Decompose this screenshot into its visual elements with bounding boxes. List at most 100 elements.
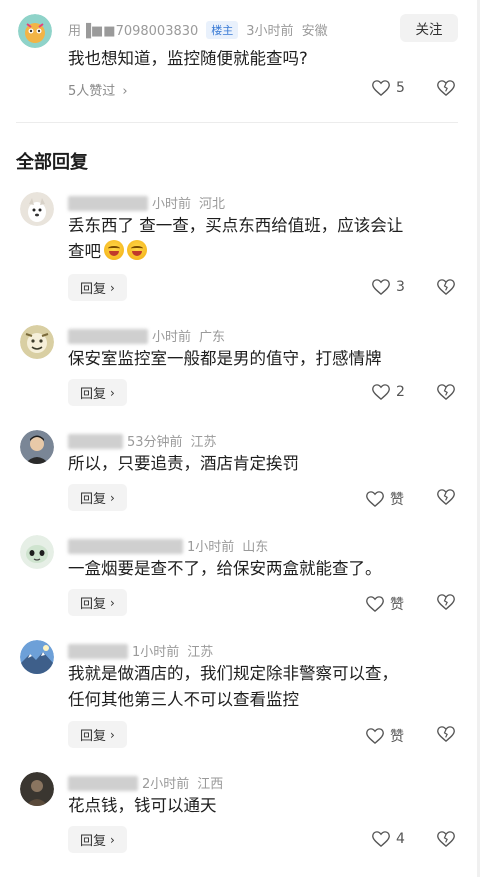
comment-item: 53分钟前 江苏 所以，只要追责，酒店肯定挨罚 回复 › 赞 [0,423,480,523]
like-label: 赞 [390,597,404,613]
reply-button[interactable]: 回复 › [68,274,127,301]
comment-time: 小时前 [152,197,192,212]
op-like-button[interactable]: 5 [372,80,405,96]
comment-location: 河北 [199,197,226,212]
comment-text: 花点钱，钱可以通天 [68,796,217,815]
comment-time: 小时前 [152,330,192,345]
commenter-avatar[interactable] [20,430,54,464]
comment-time: 1小时前 [187,540,235,555]
comment-text: 我就是做酒店的，我们规定除非警察可以查， 任何其他第三人不可以查看监控 [68,661,398,713]
comment-location: 广东 [199,330,226,345]
reply-button[interactable]: 回复 › [68,589,127,616]
reply-button[interactable]: 回复 › [68,379,127,406]
reply-button[interactable]: 回复 › [68,826,127,853]
comment-item: 2小时前 江西 花点钱，钱可以通天 回复 › 4 [0,765,480,865]
laughing-emoji-icon [104,240,124,260]
comment-location: 江西 [197,777,224,792]
op-time: 3小时前 [246,24,294,39]
like-button[interactable]: 赞 [366,726,404,746]
comment-text: 所以，只要追责，酒店肯定挨罚 [68,454,299,473]
chevron-right-icon: › [110,280,115,295]
broken-heart-icon[interactable] [437,726,455,742]
broken-heart-icon[interactable] [437,489,455,505]
comment-location: 江苏 [190,435,217,450]
comment-text: 保安室监控室一般都是男的值守，打感情牌 [68,349,382,368]
like-count: 4 [396,831,405,847]
comment-location: 山东 [242,540,269,555]
comment-meta: 1小时前 山东 [68,536,276,555]
reply-button[interactable]: 回复 › [68,484,127,511]
broken-heart-icon[interactable] [437,80,455,96]
like-label: 赞 [390,729,404,745]
comment-item: 1小时前 山东 一盒烟要是查不了，给保安两盒就能查了。 回复 › 赞 [0,528,480,628]
like-button[interactable]: 3 [372,279,405,295]
commenter-avatar[interactable] [20,772,54,806]
liked-by-link[interactable]: 5人赞过 › [68,80,128,99]
comment-text-line: 我就是做酒店的，我们规定除非警察可以查， [68,664,398,683]
original-post: 用▐■■7098003830 楼主 3小时前 安徽 关注 我也想知道，监控随便就能查吗… [0,0,480,118]
comment-text-line: 丢东西了 查一查，买点东西给值班，应该会让 [68,216,404,235]
broken-heart-icon[interactable] [437,831,455,847]
comment-meta: 2小时前 江西 [68,773,231,792]
like-count: 2 [396,384,405,400]
op-location: 安徽 [301,24,328,39]
comment-time: 2小时前 [142,777,190,792]
blurred-username [68,434,123,449]
heart-icon [366,596,384,612]
heart-icon [366,728,384,744]
op-avatar[interactable] [18,14,52,48]
like-button[interactable]: 赞 [366,489,404,509]
chevron-right-icon: › [122,84,128,99]
commenter-avatar[interactable] [20,640,54,674]
commenter-avatar[interactable] [20,325,54,359]
op-username[interactable]: 用▐■■7098003830 [68,24,198,39]
heart-icon [372,831,390,847]
blurred-username [68,644,128,659]
comment-item: 1小时前 江苏 我就是做酒店的，我们规定除非警察可以查， 任何其他第三人不可以查看… [0,633,480,763]
comment-item: 小时前 广东 保安室监控室一般都是男的值守，打感情牌 回复 › 2 [0,318,480,418]
like-label: 赞 [390,492,404,508]
blurred-username [68,776,138,791]
reply-button[interactable]: 回复 › [68,721,127,748]
like-button[interactable]: 赞 [366,594,404,614]
commenter-avatar[interactable] [20,192,54,226]
author-tag: 楼主 [206,21,239,39]
liked-by-label: 5人赞过 [68,84,116,99]
follow-button[interactable]: 关注 [400,14,458,42]
comment-meta: 1小时前 江苏 [68,641,221,660]
comment-text-line-2: 查吧 [68,239,403,265]
heart-icon [372,279,390,295]
op-meta: 用▐■■7098003830 楼主 3小时前 安徽 [68,20,336,39]
chevron-right-icon: › [110,595,115,610]
op-like-count: 5 [396,80,405,96]
heart-icon [366,491,384,507]
like-button[interactable]: 4 [372,831,405,847]
blurred-username [68,329,148,344]
comment-text-line-2: 任何其他第三人不可以查看监控 [68,690,299,709]
like-count: 3 [396,279,405,295]
chevron-right-icon: › [110,385,115,400]
comment-meta: 53分钟前 江苏 [68,431,225,450]
comment-item: 小时前 河北 丢东西了 查一查，买点东西给值班，应该会让 查吧 回复 › 3 [0,185,480,305]
comment-text: 丢东西了 查一查，买点东西给值班，应该会让 查吧 [68,213,403,265]
chevron-right-icon: › [110,832,115,847]
commenter-avatar[interactable] [20,535,54,569]
comment-meta: 小时前 广东 [68,326,233,345]
like-button[interactable]: 2 [372,384,405,400]
op-text: 我也想知道，监控随便就能查吗? [68,49,308,68]
comment-time: 53分钟前 [127,435,183,450]
comment-location: 江苏 [187,645,214,660]
broken-heart-icon[interactable] [437,279,455,295]
blurred-username [68,539,183,554]
comment-text: 一盒烟要是查不了，给保安两盒就能查了。 [68,559,382,578]
section-title: 全部回复 [16,152,88,173]
heart-icon [372,384,390,400]
chevron-right-icon: › [110,727,115,742]
broken-heart-icon[interactable] [437,594,455,610]
chevron-right-icon: › [110,490,115,505]
broken-heart-icon[interactable] [437,384,455,400]
comment-time: 1小时前 [132,645,180,660]
blurred-username [68,196,148,211]
comment-meta: 小时前 河北 [68,193,233,212]
heart-icon [372,80,390,96]
